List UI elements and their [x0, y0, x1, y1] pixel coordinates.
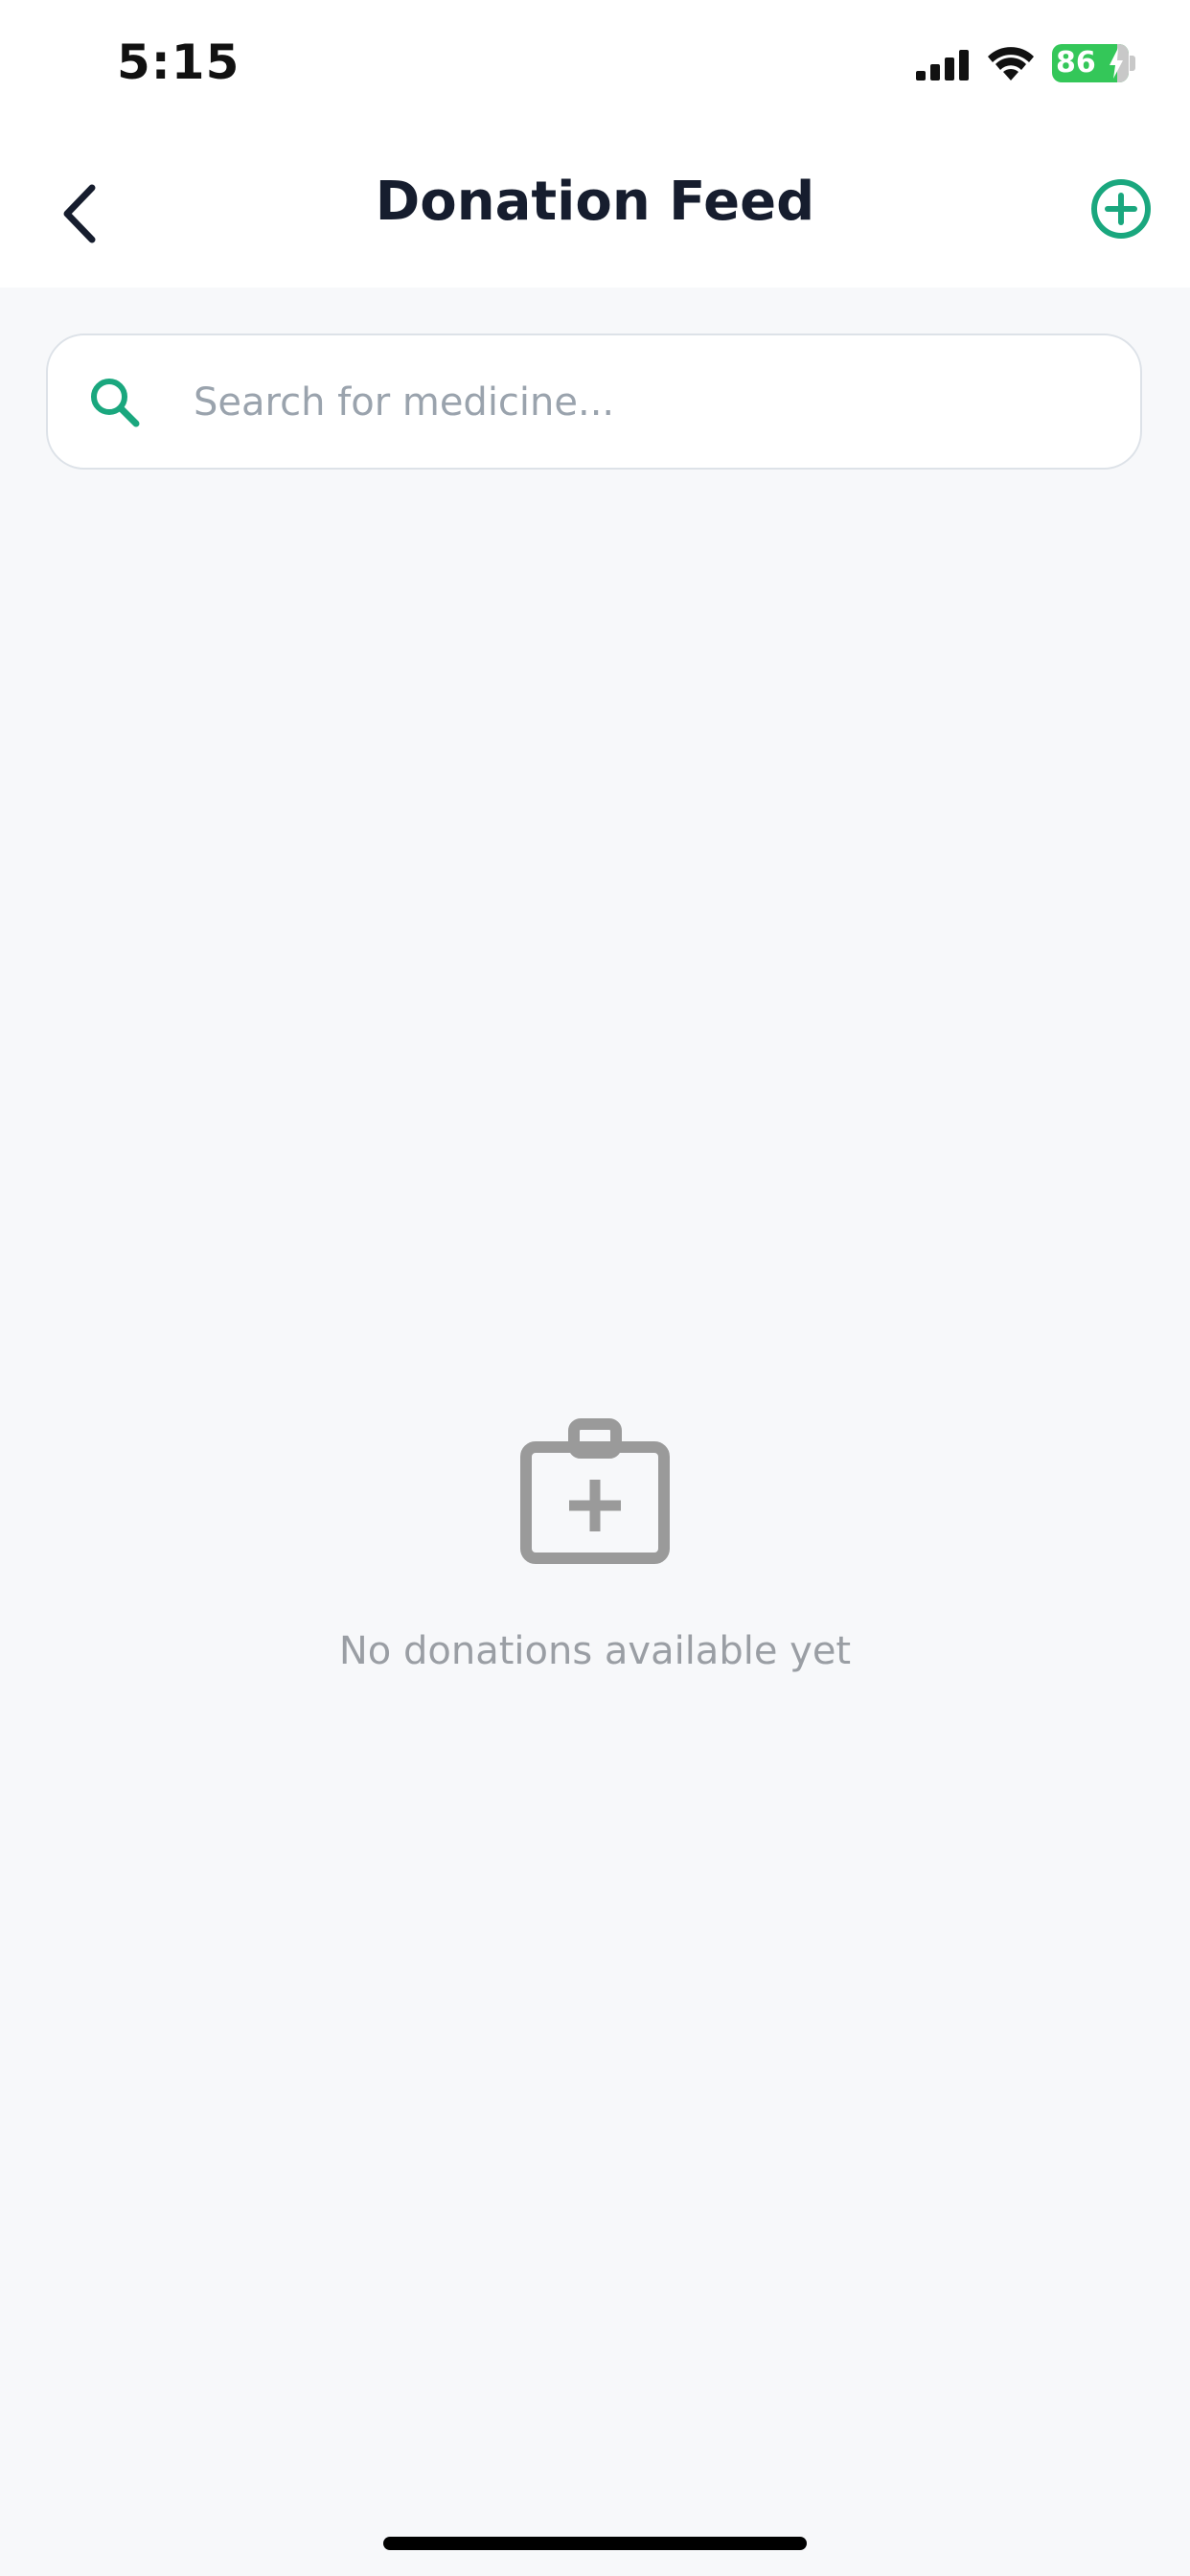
- status-bar: 5:15 86: [0, 0, 1190, 134]
- status-time: 5:15: [117, 34, 240, 90]
- wifi-icon: [988, 47, 1034, 80]
- search-icon: [91, 379, 140, 427]
- add-donation-button[interactable]: [1085, 172, 1157, 245]
- charging-bolt-icon: [1110, 48, 1123, 79]
- battery-icon: 86: [1052, 44, 1129, 82]
- page-title: Donation Feed: [375, 171, 815, 233]
- battery-level: 86: [1056, 46, 1096, 80]
- main-content: No donations available yet: [0, 288, 1190, 2576]
- search-input[interactable]: [194, 362, 1104, 443]
- search-bar[interactable]: [46, 334, 1142, 470]
- empty-state: No donations available yet: [0, 1416, 1190, 1673]
- medkit-icon: [520, 1418, 670, 1564]
- empty-state-message: No donations available yet: [338, 1629, 852, 1673]
- plus-circle-icon: [1091, 179, 1151, 239]
- battery-cap: [1130, 56, 1135, 71]
- nav-bar: Donation Feed: [0, 134, 1190, 288]
- signal-icon: [916, 50, 969, 80]
- home-indicator: [383, 2537, 807, 2550]
